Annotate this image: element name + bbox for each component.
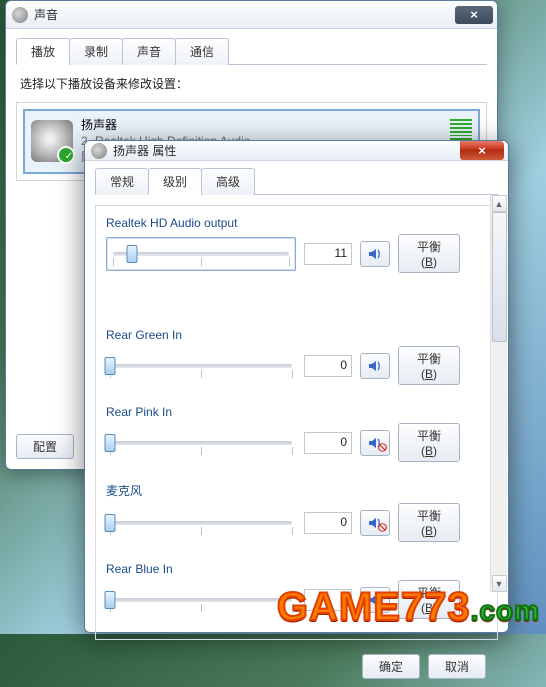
configure-button[interactable]: 配置 [16, 434, 74, 459]
speaker-icon [367, 358, 383, 374]
scroll-track[interactable] [492, 212, 507, 575]
speaker-icon [367, 592, 383, 608]
speaker-properties-window: 扬声器 属性 × 常规 级别 高级 Realtek HD Audio outpu… [84, 140, 509, 633]
properties-button-row: 确定 取消 [85, 646, 508, 687]
scroll-down-button[interactable]: ▼ [492, 575, 507, 592]
level-section: Rear Pink In 0 ⦸ 平衡(B) [106, 405, 487, 462]
balance-button[interactable]: 平衡(B) [398, 234, 460, 273]
sound-titlebar[interactable]: 声音 × [6, 1, 497, 29]
properties-title: 扬声器 属性 [113, 142, 458, 159]
balance-button[interactable]: 平衡(B) [398, 503, 460, 542]
level-row: 0 ⦸ 平衡(B) [106, 503, 487, 542]
level-section: Realtek HD Audio output 11 平衡(B) [106, 216, 487, 273]
slider-thumb[interactable] [105, 434, 116, 452]
slider-thumb[interactable] [127, 245, 138, 263]
level-label: Rear Pink In [106, 405, 487, 419]
volume-value: 0 [304, 589, 352, 611]
properties-titlebar[interactable]: 扬声器 属性 × [85, 141, 508, 161]
sound-title: 声音 [34, 6, 453, 23]
volume-slider[interactable] [106, 237, 296, 271]
ok-button[interactable]: 确定 [362, 654, 420, 679]
slider-thumb[interactable] [105, 514, 116, 532]
sound-app-icon [12, 7, 28, 23]
speaker-icon: ✓ [31, 120, 73, 162]
balance-button[interactable]: 平衡(B) [398, 423, 460, 462]
mute-button[interactable] [360, 587, 390, 613]
mute-button[interactable] [360, 353, 390, 379]
level-section: Rear Blue In 0 平衡(B) [106, 562, 487, 619]
slider-thumb[interactable] [105, 591, 116, 609]
muted-indicator-icon: ⦸ [378, 518, 387, 535]
level-section: Rear Green In 0 平衡(B) [106, 328, 487, 385]
scroll-up-button[interactable]: ▲ [492, 195, 507, 212]
sound-tabs: 播放 录制 声音 通信 [16, 37, 487, 65]
balance-button[interactable]: 平衡(B) [398, 580, 460, 619]
slider-thumb[interactable] [105, 357, 116, 375]
tab-sounds[interactable]: 声音 [122, 38, 176, 65]
level-row: 0 平衡(B) [106, 580, 487, 619]
mute-button[interactable] [360, 241, 390, 267]
muted-indicator-icon: ⦸ [378, 438, 387, 455]
level-row: 0 ⦸ 平衡(B) [106, 423, 487, 462]
device-name: 扬声器 [81, 117, 442, 133]
level-section: 麦克风 0 ⦸ 平衡(B) [106, 482, 487, 542]
level-row: 11 平衡(B) [106, 234, 487, 273]
level-label: 麦克风 [106, 482, 487, 499]
cancel-button[interactable]: 取消 [428, 654, 486, 679]
tab-general[interactable]: 常规 [95, 168, 149, 195]
volume-slider[interactable] [106, 510, 296, 536]
balance-button[interactable]: 平衡(B) [398, 346, 460, 385]
volume-value: 0 [304, 512, 352, 534]
tab-recording[interactable]: 录制 [69, 38, 123, 65]
tab-levels[interactable]: 级别 [148, 168, 202, 195]
properties-close-button[interactable]: × [460, 141, 504, 160]
volume-slider[interactable] [106, 430, 296, 456]
properties-app-icon [91, 143, 107, 159]
unmute-button[interactable]: ⦸ [360, 510, 390, 536]
tab-advanced[interactable]: 高级 [201, 168, 255, 195]
level-label: Realtek HD Audio output [106, 216, 487, 230]
level-label: Rear Blue In [106, 562, 487, 576]
volume-slider[interactable] [106, 353, 296, 379]
instruction-text: 选择以下播放设备来修改设置： [20, 75, 483, 92]
level-label: Rear Green In [106, 328, 487, 342]
scroll-thumb[interactable] [492, 212, 507, 342]
vertical-scrollbar[interactable]: ▲ ▼ [490, 195, 507, 592]
level-row: 0 平衡(B) [106, 346, 487, 385]
volume-value: 0 [304, 355, 352, 377]
speaker-icon [367, 246, 383, 262]
properties-body: 常规 级别 高级 Realtek HD Audio output11平衡(B)R… [85, 161, 508, 646]
levels-panel: Realtek HD Audio output11平衡(B)Rear Green… [95, 205, 498, 640]
volume-value: 11 [304, 243, 352, 265]
tab-comm[interactable]: 通信 [175, 38, 229, 65]
unmute-button[interactable]: ⦸ [360, 430, 390, 456]
sound-close-button[interactable]: × [455, 6, 493, 24]
tab-playback[interactable]: 播放 [16, 38, 70, 65]
properties-tabs: 常规 级别 高级 [95, 167, 498, 195]
volume-slider[interactable] [106, 587, 296, 613]
volume-value: 0 [304, 432, 352, 454]
